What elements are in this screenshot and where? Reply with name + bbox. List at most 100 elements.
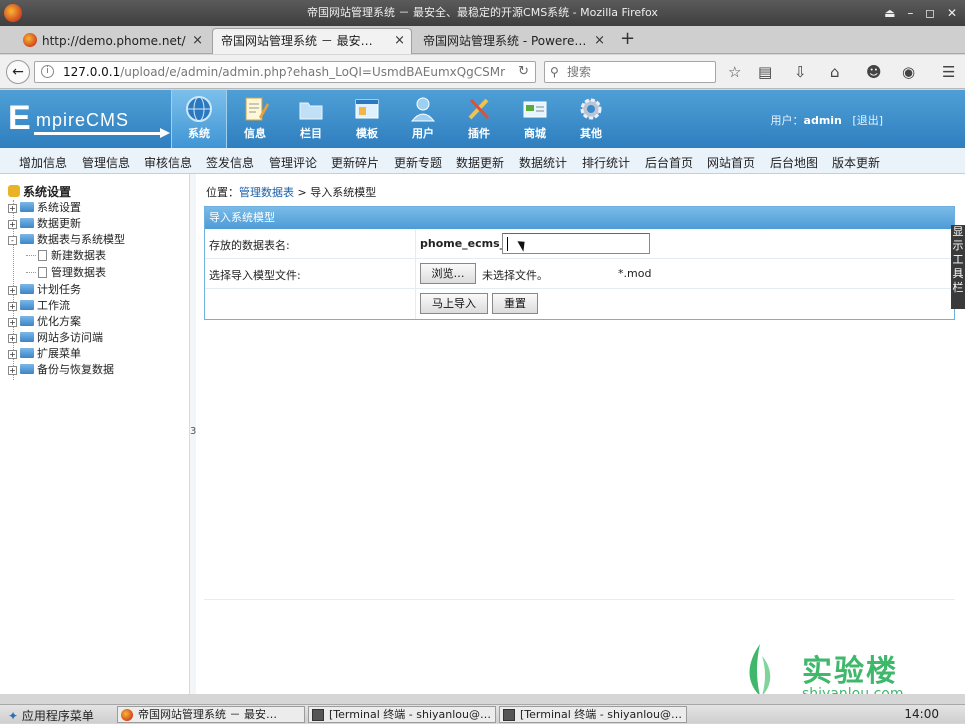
- expand-icon[interactable]: +: [8, 366, 17, 375]
- module-info[interactable]: 信息: [227, 90, 283, 148]
- expand-icon[interactable]: +: [8, 204, 17, 213]
- menu-review-info[interactable]: 审核信息: [144, 154, 192, 171]
- reading-list-icon[interactable]: ▤: [758, 63, 772, 81]
- tree-item-new-table[interactable]: 新建数据表: [26, 248, 106, 264]
- tree-item-extended-menu[interactable]: + 扩展菜单: [8, 346, 81, 362]
- module-user[interactable]: 用户: [395, 90, 451, 148]
- menu-admin-home[interactable]: 后台首页: [645, 154, 693, 171]
- menu-data-stats[interactable]: 数据统计: [519, 154, 567, 171]
- logo-arrow-icon: [34, 128, 170, 138]
- tab-close-icon[interactable]: ×: [394, 29, 405, 53]
- menu-icon[interactable]: ☰: [942, 63, 955, 81]
- new-tab-button[interactable]: +: [620, 28, 635, 49]
- expand-icon[interactable]: +: [8, 286, 17, 295]
- tree-item-data-update[interactable]: + 数据更新: [8, 216, 81, 232]
- browse-button[interactable]: 浏览…: [420, 263, 476, 284]
- breadcrumb-current: 导入系统模型: [310, 186, 377, 199]
- tab-close-icon[interactable]: ×: [594, 29, 605, 53]
- search-input[interactable]: ⚲ 搜索: [544, 61, 716, 83]
- menu-update-fragments[interactable]: 更新碎片: [331, 154, 379, 171]
- menu-update-topics[interactable]: 更新专题: [394, 154, 442, 171]
- module-label: 其他: [580, 127, 602, 140]
- app-menu-button[interactable]: ✦ 应用程序菜单: [8, 707, 94, 724]
- menu-admin-map[interactable]: 后台地图: [770, 154, 818, 171]
- module-system[interactable]: 系统: [171, 90, 227, 148]
- tree-item-manage-tables[interactable]: 管理数据表: [26, 265, 106, 281]
- import-model-form: 导入系统模型 存放的数据表名: phome_ecms_ 选择导入模型文件: 浏览…: [204, 206, 955, 320]
- tab-demo-phome[interactable]: http://demo.phome.net/ ×: [14, 28, 210, 54]
- folder-icon: [20, 332, 34, 342]
- tree-item-workflow[interactable]: + 工作流: [8, 298, 70, 314]
- tree-item-label: 新建数据表: [51, 249, 106, 262]
- chat-icon[interactable]: ☻: [866, 63, 882, 81]
- module-shop[interactable]: 商城: [507, 90, 563, 148]
- home-icon[interactable]: ⌂: [830, 63, 840, 81]
- form-row-table-name: 存放的数据表名: phome_ecms_: [205, 229, 954, 259]
- logout-link[interactable]: [退出]: [852, 114, 883, 127]
- import-now-button[interactable]: 马上导入: [420, 293, 488, 314]
- breadcrumb-link[interactable]: 管理数据表: [239, 186, 294, 199]
- tab-label: http://demo.phome.net/: [42, 34, 186, 48]
- menu-manage-info[interactable]: 管理信息: [82, 154, 130, 171]
- url-bar[interactable]: i 127.0.0.1/upload/e/admin/admin.php?eha…: [34, 61, 536, 83]
- shop-card-icon: [523, 101, 547, 118]
- folder-icon: [20, 300, 34, 310]
- pocket-icon[interactable]: ◉: [902, 63, 915, 81]
- tree-item-optimization[interactable]: + 优化方案: [8, 314, 81, 330]
- empirecms-logo[interactable]: E mpireCMS: [8, 100, 170, 140]
- menu-data-update[interactable]: 数据更新: [456, 154, 504, 171]
- divider: [204, 599, 955, 600]
- taskbar-item-label: [Terminal 终端 - shiyanlou@…: [520, 708, 682, 721]
- expand-icon[interactable]: +: [8, 302, 17, 311]
- tree-item-multi-access[interactable]: + 网站多访问端: [8, 330, 103, 346]
- module-label: 用户: [412, 127, 434, 140]
- module-plugin[interactable]: 插件: [451, 90, 507, 148]
- menu-sign-info[interactable]: 签发信息: [206, 154, 254, 171]
- module-column[interactable]: 栏目: [283, 90, 339, 148]
- menu-site-home[interactable]: 网站首页: [707, 154, 755, 171]
- expand-icon[interactable]: +: [8, 334, 17, 343]
- menu-manage-comments[interactable]: 管理评论: [269, 154, 317, 171]
- reload-icon[interactable]: ↻: [518, 62, 529, 82]
- clock: 14:00: [904, 707, 939, 721]
- folder-icon: [20, 284, 34, 294]
- menu-version-update[interactable]: 版本更新: [832, 154, 880, 171]
- expand-icon[interactable]: +: [8, 220, 17, 229]
- reset-button[interactable]: 重置: [492, 293, 538, 314]
- taskbar-item-label: [Terminal 终端 - shiyanlou@…: [329, 708, 491, 721]
- collapse-icon[interactable]: -: [8, 236, 17, 245]
- breadcrumb-separator: >: [294, 186, 311, 199]
- info-icon[interactable]: i: [41, 65, 54, 78]
- tab-empirecms-powered[interactable]: 帝国网站管理系统 - Powere… ×: [414, 28, 612, 54]
- form-title: 导入系统模型: [205, 207, 954, 229]
- module-template[interactable]: 模板: [339, 90, 395, 148]
- expand-icon[interactable]: +: [8, 318, 17, 327]
- tools-icon: [468, 98, 490, 120]
- search-icon: ⚲: [550, 65, 559, 79]
- back-button[interactable]: ←: [6, 60, 30, 84]
- folder-icon: [20, 218, 34, 228]
- bookmark-star-icon[interactable]: ☆: [728, 63, 741, 81]
- taskbar-item-label: 帝国网站管理系统 － 最安…: [138, 708, 277, 721]
- taskbar-terminal-2[interactable]: [Terminal 终端 - shiyanlou@…: [499, 706, 687, 723]
- module-other[interactable]: 其他: [563, 90, 619, 148]
- window-controls[interactable]: ⏏ – ◻ ✕: [884, 0, 961, 26]
- taskbar-firefox[interactable]: 帝国网站管理系统 － 最安…: [117, 706, 305, 723]
- expand-icon[interactable]: +: [8, 350, 17, 359]
- terminal-icon: [503, 709, 515, 721]
- tree-item-label: 工作流: [37, 299, 70, 312]
- taskbar-terminal-1[interactable]: [Terminal 终端 - shiyanlou@…: [308, 706, 496, 723]
- tree-connector: [26, 255, 36, 256]
- tab-close-icon[interactable]: ×: [192, 29, 203, 53]
- tree-item-datatable-model[interactable]: - 数据表与系统模型: [8, 232, 125, 248]
- show-toolbar-tab[interactable]: 显示工具栏: [951, 225, 965, 309]
- menu-rank-stats[interactable]: 排行统计: [582, 154, 630, 171]
- download-icon[interactable]: ⇩: [794, 63, 807, 81]
- navigation-bar: ← i 127.0.0.1/upload/e/admin/admin.php?e…: [0, 55, 965, 89]
- tab-empirecms-admin[interactable]: 帝国网站管理系统 － 最安… ×: [212, 28, 412, 54]
- tree-item-system-settings[interactable]: + 系统设置: [8, 200, 81, 216]
- tree-item-backup-restore[interactable]: + 备份与恢复数据: [8, 362, 114, 378]
- gear-icon: [580, 98, 602, 120]
- tree-item-scheduled-tasks[interactable]: + 计划任务: [8, 282, 81, 298]
- menu-add-info[interactable]: 增加信息: [19, 154, 67, 171]
